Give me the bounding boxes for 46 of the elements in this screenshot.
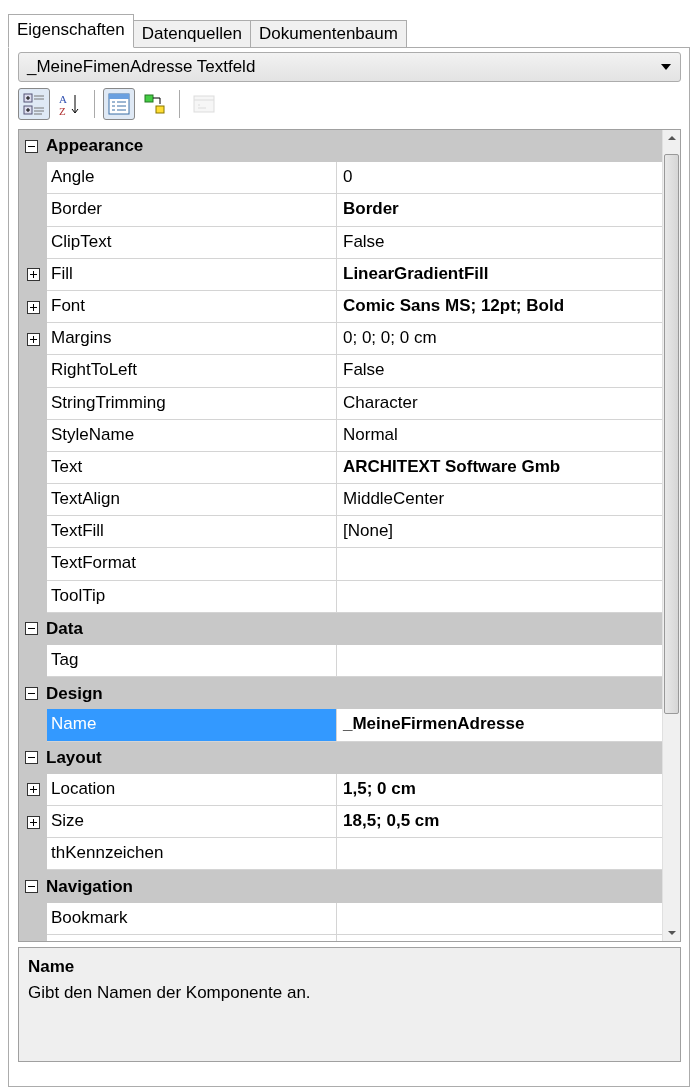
expand-icon[interactable] [26, 783, 40, 797]
dropdown-arrow-icon [660, 63, 672, 71]
sort-az-button[interactable]: A Z [54, 88, 86, 120]
property-name[interactable]: Margins [47, 323, 337, 356]
category-header[interactable]: Appearance [46, 133, 144, 159]
category-header[interactable]: Layout [46, 744, 102, 771]
property-name[interactable]: Location [47, 773, 337, 806]
description-text: Gibt den Namen der Komponente an. [28, 981, 312, 1004]
property-name[interactable]: Angle [47, 162, 337, 195]
expand-icon[interactable] [26, 332, 40, 346]
property-name[interactable]: StringTrimming [47, 387, 337, 420]
object-dropdown[interactable]: _MeineFimenAdresse Textfeld [18, 52, 681, 82]
property-name[interactable]: Bookmark [47, 902, 337, 935]
tab[interactable]: Dokumentenbaum [249, 20, 407, 48]
property-name[interactable]: Border [47, 194, 337, 227]
property-name[interactable]: Size [47, 805, 337, 839]
collapse-icon[interactable] [25, 751, 38, 765]
property-name[interactable]: Font [47, 290, 337, 324]
property-name[interactable]: Text [47, 451, 337, 485]
categorized-view-button[interactable] [18, 88, 50, 120]
expand-icon[interactable] [26, 268, 40, 282]
category-header[interactable]: Design [46, 680, 103, 707]
property-name[interactable]: TextFormat [47, 548, 337, 581]
scrollbar-thumb[interactable] [664, 154, 679, 714]
property-name[interactable]: Tag [47, 645, 337, 678]
description-title: Name [28, 956, 76, 978]
property-list-button[interactable] [103, 88, 135, 120]
expand-icon[interactable] [26, 815, 40, 829]
property-name[interactable]: ToolTip [47, 580, 337, 613]
property-name[interactable]: TextFill [47, 516, 337, 549]
tab[interactable]: Datenquellen [132, 20, 251, 48]
collapse-icon[interactable] [25, 686, 38, 700]
collapse-icon[interactable] [25, 139, 38, 153]
property-name[interactable]: StyleName [47, 419, 337, 452]
property-name[interactable]: thKennzeichen [47, 838, 337, 871]
property-name[interactable]: Fill [47, 258, 337, 291]
tab[interactable]: Eigenschaften [8, 14, 134, 48]
property-name[interactable]: ClipText [47, 226, 337, 259]
expand-icon[interactable] [26, 300, 40, 314]
property-name[interactable]: RightToLeft [47, 355, 337, 388]
collapse-icon[interactable] [25, 879, 38, 893]
category-header[interactable]: Data [46, 616, 83, 642]
category-header[interactable]: Navigation [46, 873, 133, 900]
vertical-scrollbar[interactable] [662, 130, 680, 941]
property-name[interactable]: TextAlign [47, 484, 337, 517]
collapse-icon[interactable] [25, 622, 38, 636]
